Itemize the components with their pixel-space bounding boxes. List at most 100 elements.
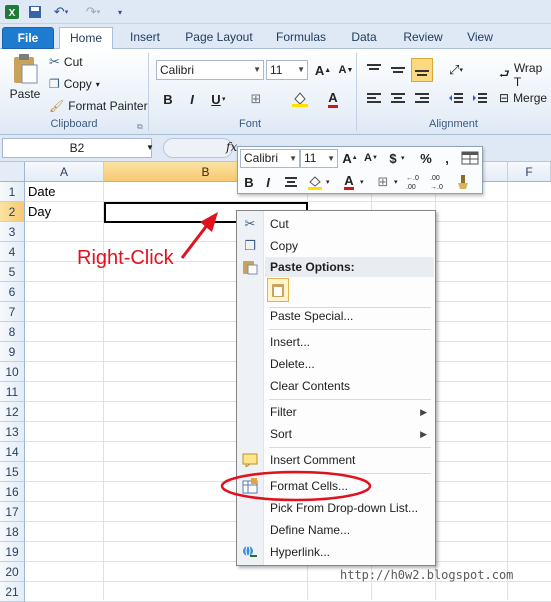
tab-page-layout[interactable]: Page Layout xyxy=(180,27,258,49)
dialog-launcher-icon[interactable]: ⧉ xyxy=(137,122,143,132)
row-header-8[interactable]: 8 xyxy=(0,322,25,342)
tab-insert[interactable]: Insert xyxy=(120,27,170,49)
menu-item-insert[interactable]: Insert... xyxy=(237,331,435,353)
decrease-decimal-icon[interactable]: .00 →.0 xyxy=(428,172,450,192)
comma-button[interactable]: , xyxy=(441,148,453,168)
percent-button[interactable]: % xyxy=(418,148,434,168)
format-table-icon[interactable] xyxy=(460,148,480,168)
row-header-10[interactable]: 10 xyxy=(0,362,25,382)
align-center-icon[interactable] xyxy=(388,89,408,109)
mini-bold-button[interactable]: B xyxy=(241,172,257,192)
mini-format-painter-icon[interactable] xyxy=(452,172,472,192)
tab-data[interactable]: Data xyxy=(342,27,386,49)
paste-button[interactable]: Paste xyxy=(8,53,42,111)
tab-home[interactable]: Home xyxy=(59,27,113,50)
row-header-21[interactable]: 21 xyxy=(0,582,25,602)
row-header-9[interactable]: 9 xyxy=(0,342,25,362)
fill-color-icon[interactable] xyxy=(290,89,310,109)
chevron-down-icon[interactable]: ▾ xyxy=(222,95,226,103)
redo-icon[interactable]: ↷ ▾ xyxy=(80,3,106,21)
merge-button[interactable]: ⊟ Merge xyxy=(499,91,547,105)
paste-option-button[interactable] xyxy=(267,278,289,302)
grow-font-icon[interactable]: A ▲ xyxy=(313,60,333,80)
menu-item-cut[interactable]: ✂ Cut xyxy=(237,213,435,235)
menu-item-delete[interactable]: Delete... xyxy=(237,353,435,375)
row-header-2[interactable]: 2 xyxy=(0,202,25,222)
row-header-3[interactable]: 3 xyxy=(0,222,25,242)
row-header-5[interactable]: 5 xyxy=(0,262,25,282)
row-header-1[interactable]: 1 xyxy=(0,182,25,202)
wrap-text-button[interactable]: ⮐ Wrap T xyxy=(499,61,551,89)
row-header-20[interactable]: 20 xyxy=(0,562,25,582)
row-header-18[interactable]: 18 xyxy=(0,522,25,542)
align-right-icon[interactable] xyxy=(412,89,432,109)
row-header-16[interactable]: 16 xyxy=(0,482,25,502)
undo-icon[interactable]: ↶ ▾ xyxy=(48,3,74,21)
row-header-13[interactable]: 13 xyxy=(0,422,25,442)
align-middle-icon[interactable] xyxy=(388,60,408,80)
chevron-down-icon[interactable]: ▼ xyxy=(146,143,154,152)
select-all-corner[interactable] xyxy=(0,162,25,182)
tab-view[interactable]: View xyxy=(458,27,502,49)
shrink-font-icon[interactable]: A ▼ xyxy=(336,60,356,80)
row-header-12[interactable]: 12 xyxy=(0,402,25,422)
row-header-19[interactable]: 19 xyxy=(0,542,25,562)
row-header-15[interactable]: 15 xyxy=(0,462,25,482)
cut-button[interactable]: ✂ Cut xyxy=(49,53,83,71)
mini-align-center-icon[interactable] xyxy=(282,172,300,192)
column-header-f[interactable]: F xyxy=(508,162,551,182)
menu-item-copy[interactable]: ❐ Copy xyxy=(237,235,435,257)
font-name-field[interactable]: Calibri ▼ xyxy=(156,60,264,80)
shrink-font-icon[interactable]: A ▼ xyxy=(362,148,380,168)
align-bottom-icon[interactable] xyxy=(411,58,433,82)
accounting-format-button[interactable]: $ xyxy=(386,148,400,168)
font-color-icon[interactable]: A xyxy=(323,89,343,109)
format-painter-button[interactable]: 🖌 Format Painter xyxy=(49,97,148,115)
chevron-down-icon[interactable]: ▾ xyxy=(401,154,405,162)
cell-a1[interactable]: Date xyxy=(25,182,104,202)
tab-file[interactable]: File xyxy=(2,27,54,49)
chevron-down-icon[interactable]: ▾ xyxy=(326,178,330,186)
mini-font-color-icon[interactable]: A xyxy=(340,172,358,192)
orientation-icon[interactable]: ⤢ ▾ xyxy=(446,60,466,80)
mini-font-name-field[interactable]: Calibri ▼ xyxy=(240,149,300,168)
menu-item-filter[interactable]: Filter ▶ xyxy=(237,401,435,423)
mini-italic-button[interactable]: I xyxy=(260,172,276,192)
align-left-icon[interactable] xyxy=(364,89,384,109)
row-header-7[interactable]: 7 xyxy=(0,302,25,322)
tab-formulas[interactable]: Formulas xyxy=(270,27,332,49)
menu-item-hyperlink[interactable]: Hyperlink... xyxy=(237,541,435,563)
row-header-11[interactable]: 11 xyxy=(0,382,25,402)
menu-item-clear-contents[interactable]: Clear Contents xyxy=(237,375,435,397)
formula-bar-splitter[interactable] xyxy=(163,138,233,158)
bold-button[interactable]: B xyxy=(158,89,178,109)
font-size-field[interactable]: 11 ▼ xyxy=(266,60,308,80)
menu-item-paste-special[interactable]: Paste Special... xyxy=(237,305,435,327)
mini-borders-icon[interactable]: ⊞ xyxy=(374,172,392,192)
borders-icon[interactable]: ⊞ xyxy=(246,89,266,109)
menu-item-define-name[interactable]: Define Name... xyxy=(237,519,435,541)
mini-font-size-field[interactable]: 11 ▼ xyxy=(300,149,338,168)
name-box[interactable]: B2 xyxy=(2,138,152,158)
menu-item-sort[interactable]: Sort ▶ xyxy=(237,423,435,445)
tab-review[interactable]: Review xyxy=(396,27,450,49)
increase-indent-icon[interactable] xyxy=(470,89,490,109)
save-icon[interactable] xyxy=(26,3,44,21)
grow-font-icon[interactable]: A ▲ xyxy=(341,148,359,168)
italic-button[interactable]: I xyxy=(182,89,202,109)
cell-a2[interactable]: Day xyxy=(25,202,104,222)
align-top-icon[interactable] xyxy=(364,60,384,80)
chevron-down-icon[interactable]: ▾ xyxy=(394,178,398,186)
row-header-4[interactable]: 4 xyxy=(0,242,25,262)
row-header-14[interactable]: 14 xyxy=(0,442,25,462)
row-header-17[interactable]: 17 xyxy=(0,502,25,522)
chevron-down-icon[interactable]: ▾ xyxy=(360,178,364,186)
fx-icon[interactable]: fx xyxy=(226,140,237,154)
row-header-6[interactable]: 6 xyxy=(0,282,25,302)
decrease-indent-icon[interactable] xyxy=(446,89,466,109)
column-header-a[interactable]: A xyxy=(25,162,104,182)
copy-button[interactable]: ❐ Copy ▾ xyxy=(49,75,100,93)
mini-fill-color-icon[interactable] xyxy=(306,172,324,192)
increase-decimal-icon[interactable]: ←.0.00 xyxy=(404,172,426,192)
customize-qat-icon[interactable]: ▾ xyxy=(114,3,126,21)
